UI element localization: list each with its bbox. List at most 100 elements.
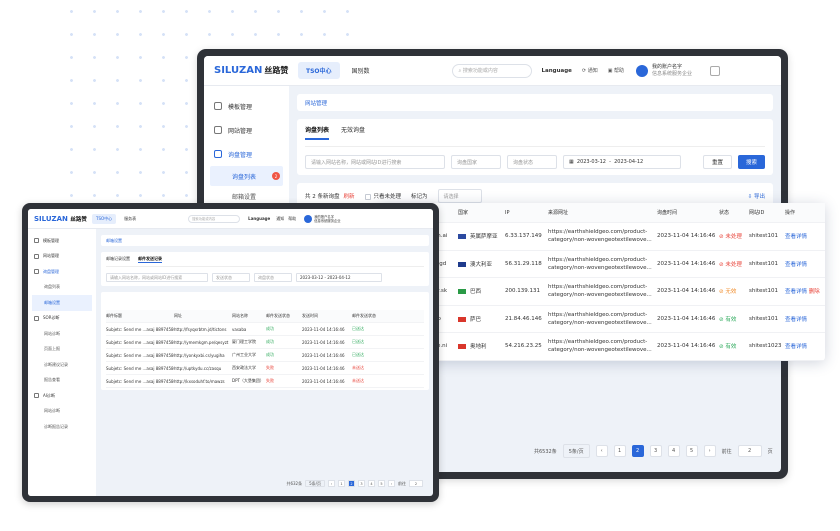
small-breadcrumb[interactable]: 邮箱设置 (101, 235, 429, 246)
col-time[interactable]: 询盘时间 (657, 209, 719, 216)
small-main: 邮箱设置 邮箱记录设置 邮件发送记录 请输入网站名称，网站或网站ID进行搜索 发送… (101, 235, 429, 496)
small-account[interactable]: 我的账户名字 信息系统服务企业 (304, 214, 341, 223)
view-details-link[interactable]: 查看详情 (785, 234, 807, 240)
small-cell: 2023-11-04 14:16:46 (302, 339, 345, 345)
sidebar-item-templates[interactable]: 模板管理 (204, 94, 289, 118)
status-select[interactable]: 询盘状态 (506, 155, 557, 169)
col-site-id[interactable]: 网站ID (749, 209, 785, 216)
page-2[interactable]: 2 (631, 445, 644, 457)
col-country[interactable]: 国家 (458, 209, 505, 216)
small-sidebar-item[interactable]: 模板管理 (28, 233, 96, 249)
small-nav-tso[interactable]: TSO中心 (92, 213, 117, 224)
small-sidebar-item[interactable]: 网站诊断 (28, 404, 96, 420)
page-4[interactable]: 4 (667, 445, 680, 457)
nav-intl[interactable]: 国别数 (352, 66, 370, 75)
view-details-link[interactable]: 查看详情 (785, 317, 807, 323)
small-sidebar-item[interactable]: SOR诊断 (28, 311, 96, 327)
small-filter-panel: 邮箱记录设置 邮件发送记录 请输入网站名称，网站或网站ID进行搜索 发送状态 询盘… (101, 252, 429, 286)
table-header: 邮箱 国家 IP 来源网址 询盘时间 状态 网站ID 操作 (378, 203, 825, 223)
small-page-3[interactable]: 3 (358, 480, 365, 487)
small-tab-settings[interactable]: 邮箱记录设置 (106, 256, 130, 263)
small-page-2[interactable]: 2 (348, 480, 355, 487)
small-language[interactable]: Language (248, 216, 270, 221)
table-row: x.yqe@pcvv.sk 巴西 200.139.131 https://ear… (378, 278, 825, 306)
small-sidebar-item[interactable]: 报告查看 (28, 373, 96, 389)
small-sidebar-item[interactable]: AI诊断 (28, 388, 96, 404)
date-range[interactable]: ▦ 2023-03-12 - 2023-04-12 (562, 155, 681, 169)
small-page-5[interactable]: 5 (378, 480, 385, 487)
delete-link[interactable]: 删除 (809, 289, 820, 295)
refresh-link[interactable]: 刷新 (344, 192, 355, 200)
row-url[interactable]: https://earthshieldgeo.com/product-categ… (548, 283, 657, 299)
small-sidebar-item[interactable]: 网站管理 (28, 249, 96, 265)
small-keyword-input[interactable]: 请输入网站名称，网站或网站ID进行搜索 (106, 273, 208, 282)
export-button[interactable]: ⇩ 导出 (748, 192, 765, 200)
small-inquiry-status-select[interactable]: 询盘状态 (254, 273, 292, 282)
search-button[interactable]: 搜索 (737, 155, 765, 169)
small-search-input[interactable]: 搜索功能或内容 (188, 214, 241, 223)
col-status[interactable]: 状态 (719, 209, 749, 216)
small-help[interactable]: 帮助 (288, 216, 296, 222)
language-select[interactable]: Language (542, 68, 572, 74)
small-notify[interactable]: 通知 (276, 216, 284, 222)
page-5[interactable]: 5 (685, 445, 698, 457)
account-menu[interactable]: 我的账户名字 信息系统服务企业 (636, 64, 692, 78)
country-select[interactable]: 询盘国家 (450, 155, 501, 169)
small-sidebar-item[interactable]: 诊断报告记录 (28, 419, 96, 435)
small-col-name: 网站名称 (232, 313, 248, 318)
small-tab-records[interactable]: 邮件发送记录 (138, 256, 162, 263)
breadcrumb[interactable]: 网站管理 (297, 94, 773, 111)
row-actions: 查看详情 (785, 260, 825, 268)
nav-tso[interactable]: TSO中心 (298, 62, 340, 79)
small-sidebar-item[interactable]: 邮箱设置 (32, 295, 92, 311)
page-size-select[interactable]: 5条/页 (562, 444, 590, 458)
small-cell: 成功 (266, 339, 274, 344)
small-page-1[interactable]: 1 (338, 480, 345, 487)
row-url[interactable]: https://earthshieldgeo.com/product-categ… (548, 311, 657, 327)
next-page[interactable]: › (703, 445, 716, 457)
small-brand-logo[interactable]: SILUZAN 丝路赞 (28, 215, 92, 223)
view-details-link[interactable]: 查看详情 (785, 344, 807, 350)
search-input[interactable]: ⌕ 搜索功能或内容 (451, 63, 532, 78)
small-date-range[interactable]: 2023-03-12 - 2023-04-12 (296, 273, 382, 282)
help-button[interactable]: ▣ 帮助 (608, 67, 624, 74)
sidebar-item-inquiry-list[interactable]: 询盘列表 2 (210, 166, 283, 186)
notify-button[interactable]: ⟳ 通知 (582, 67, 598, 74)
small-prev-page[interactable]: ‹ (328, 480, 335, 487)
small-page-4[interactable]: 4 (368, 480, 375, 487)
table-row: z.yjkd@xexe.ni 奥地利 54.216.23.25 https://… (378, 333, 825, 361)
prev-page[interactable]: ‹ (595, 445, 608, 457)
goto-input[interactable]: 2 (737, 445, 762, 457)
small-sidebar-item[interactable]: 询盘列表 (28, 280, 96, 296)
row-url[interactable]: https://earthshieldgeo.com/product-categ… (548, 338, 657, 354)
small-sidebar-item[interactable]: 询盘管理 (28, 264, 96, 280)
small-avatar (304, 214, 313, 223)
small-sidebar-item[interactable]: 网站诊断 (28, 326, 96, 342)
sidebar-item-inquiries[interactable]: 询盘管理 (204, 142, 289, 166)
small-send-status-select[interactable]: 发送状态 (212, 273, 250, 282)
view-details-link[interactable]: 查看详情 (785, 262, 807, 268)
apps-grid-icon[interactable] (710, 65, 721, 76)
small-col-time: 发送时间 (302, 313, 318, 318)
small-cell: 2023-11-04 14:16:46 (302, 326, 345, 332)
tab-invalid[interactable]: 无效询盘 (341, 125, 365, 140)
row-url[interactable]: https://earthshieldgeo.com/product-categ… (548, 228, 657, 244)
unread-toggle[interactable]: 只看未处理 (364, 192, 401, 200)
small-sidebar-item[interactable]: 诊断建议记录 (28, 357, 96, 373)
small-next-page[interactable]: › (388, 480, 395, 487)
keyword-input[interactable]: 请输入网站名称，网站或网站ID进行搜索 (305, 155, 445, 169)
small-page-size[interactable]: 5条/页 (305, 480, 325, 487)
tag-label: 标记为 (411, 194, 428, 200)
sidebar-item-websites[interactable]: 网站管理 (204, 118, 289, 142)
page-3[interactable]: 3 (649, 445, 662, 457)
row-url[interactable]: https://earthshieldgeo.com/product-categ… (548, 256, 657, 272)
brand-logo[interactable]: SILUZAN 丝路赞 (204, 65, 292, 76)
view-details-link[interactable]: 查看详情 (785, 289, 807, 295)
small-nav-intl[interactable]: 服务表 (124, 216, 136, 222)
small-sidebar-item[interactable]: 页面上报 (28, 342, 96, 358)
page-1[interactable]: 1 (613, 445, 626, 457)
tag-select[interactable]: 请选择 (437, 189, 482, 203)
small-goto-input[interactable]: 2 (409, 480, 423, 487)
tab-inquiry-list[interactable]: 询盘列表 (305, 125, 330, 140)
reset-button[interactable]: 重置 (702, 155, 732, 169)
